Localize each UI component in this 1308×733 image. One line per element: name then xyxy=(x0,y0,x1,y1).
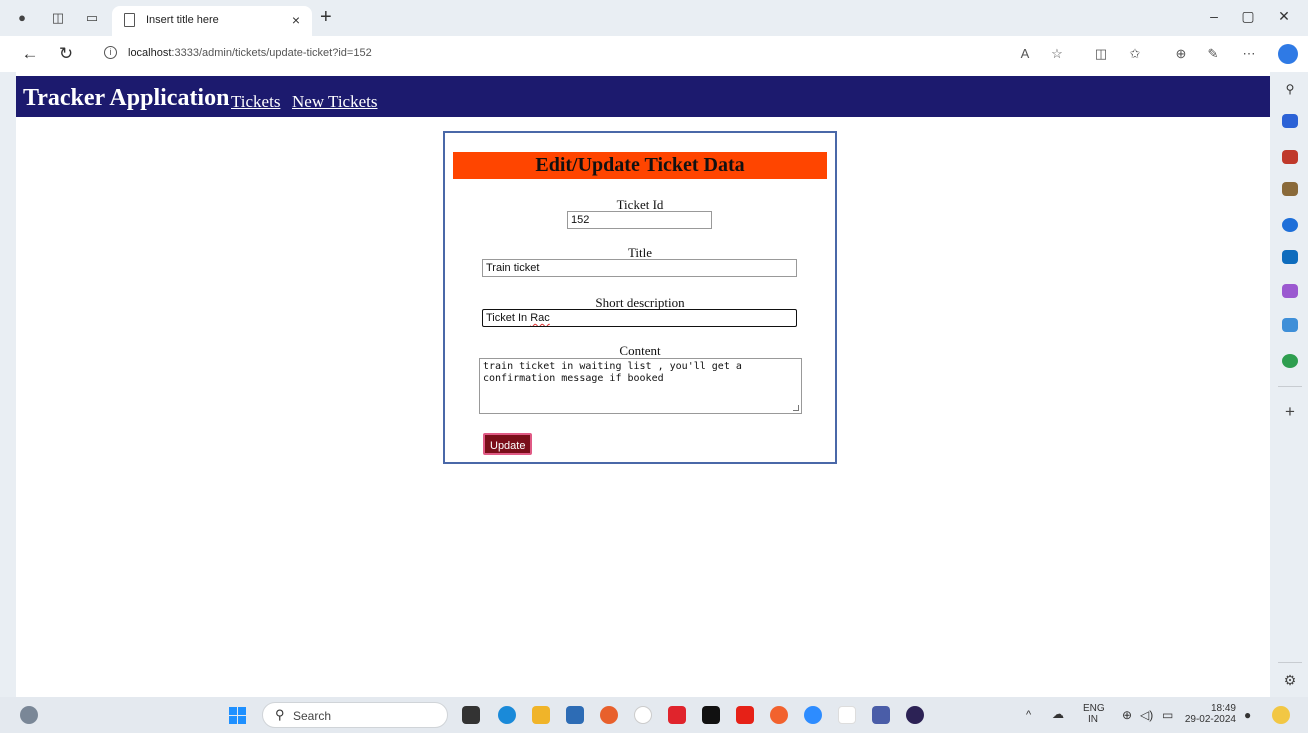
v-app-icon[interactable] xyxy=(668,706,686,724)
outlook-icon[interactable] xyxy=(1282,250,1298,264)
copilot-icon[interactable] xyxy=(1278,44,1298,64)
page-icon xyxy=(124,13,135,27)
hackerrank-icon[interactable] xyxy=(702,706,720,724)
onedrive-icon[interactable]: ☁ xyxy=(1052,707,1064,721)
read-aloud-icon[interactable]: A xyxy=(1016,46,1034,61)
zoom-icon[interactable] xyxy=(804,706,822,724)
page-viewport: Tracker Application Tickets New Tickets … xyxy=(16,72,1270,697)
short-description-input[interactable]: Ticket In Rac xyxy=(482,309,797,327)
search-icon: ⚲ xyxy=(275,707,285,722)
restore-button[interactable]: ▢ xyxy=(1238,8,1258,25)
minimize-button[interactable]: – xyxy=(1204,8,1224,24)
taskbar-search[interactable]: ⚲ Search xyxy=(262,702,448,728)
close-window-button[interactable]: ✕ xyxy=(1274,8,1294,25)
content-textarea[interactable]: train ticket in waiting list , you'll ge… xyxy=(479,358,802,414)
update-button[interactable]: Update xyxy=(483,433,533,455)
extensions-icon[interactable]: ✎ xyxy=(1204,46,1222,62)
office-icon[interactable] xyxy=(1282,218,1298,232)
clock[interactable]: 18:49 29-02-2024 xyxy=(1182,703,1236,725)
firefox-icon[interactable] xyxy=(600,706,618,724)
split-screen-icon[interactable]: ◫ xyxy=(1092,46,1110,62)
file-explorer-icon[interactable] xyxy=(532,706,550,724)
info-icon[interactable]: i xyxy=(104,46,117,59)
edge-icon[interactable] xyxy=(498,706,516,724)
sts-icon[interactable] xyxy=(872,706,890,724)
title-input[interactable]: Train ticket xyxy=(482,259,797,277)
edit-ticket-form: Edit/Update Ticket Data Ticket Id 152 Ti… xyxy=(443,131,837,464)
games-icon[interactable] xyxy=(1282,182,1298,196)
telegram-icon[interactable] xyxy=(1282,318,1298,332)
tray-chevron-icon[interactable]: ^ xyxy=(1026,709,1031,721)
form-heading: Edit/Update Ticket Data xyxy=(453,152,827,179)
address-bar-row: ← ↻ i localhost:3333/admin/tickets/updat… xyxy=(0,36,1308,72)
url-text[interactable]: localhost:3333/admin/tickets/update-tick… xyxy=(128,47,372,59)
more-icon[interactable]: ⋯ xyxy=(1240,46,1258,62)
tab-actions-icon[interactable]: ▭ xyxy=(84,10,100,26)
collections-icon[interactable]: ⊕ xyxy=(1172,46,1190,62)
workspaces-icon[interactable]: ◫ xyxy=(50,10,66,26)
google-icon[interactable] xyxy=(634,706,652,724)
sidebar-divider xyxy=(1278,662,1302,663)
nav-link-new-tickets[interactable]: New Tickets xyxy=(292,92,377,112)
close-tab-icon[interactable]: × xyxy=(292,12,300,28)
profile-icon[interactable]: ● xyxy=(14,10,30,26)
favorites-icon[interactable]: ✩ xyxy=(1126,46,1144,62)
weather-icon[interactable] xyxy=(20,706,38,724)
tools-icon[interactable] xyxy=(1282,150,1298,164)
youtube-icon[interactable] xyxy=(736,706,754,724)
edge-sidebar: ⚲ + ⚙ xyxy=(1272,72,1308,697)
volume-icon[interactable]: ◁) xyxy=(1140,708,1153,722)
copilot-taskbar-icon[interactable] xyxy=(1272,706,1290,724)
brave-icon[interactable] xyxy=(770,706,788,724)
add-icon[interactable]: + xyxy=(1282,402,1298,422)
battery-icon[interactable]: ▭ xyxy=(1162,708,1173,722)
gmail-icon[interactable] xyxy=(838,706,856,724)
sidebar-divider xyxy=(1278,386,1302,387)
language-indicator[interactable]: ENG IN xyxy=(1083,703,1105,725)
app-header: Tracker Application Tickets New Tickets xyxy=(16,76,1270,117)
eclipse-icon[interactable] xyxy=(906,706,924,724)
new-tab-button[interactable]: + xyxy=(320,6,332,29)
address-bar[interactable]: i localhost:3333/admin/tickets/update-ti… xyxy=(98,41,1008,67)
content-label: Content xyxy=(619,343,661,358)
favorite-icon[interactable]: ☆ xyxy=(1048,46,1066,62)
brand-title[interactable]: Tracker Application xyxy=(23,85,229,112)
resize-handle[interactable] xyxy=(793,405,799,411)
settings-icon[interactable]: ⚙ xyxy=(1282,672,1298,689)
network-icon[interactable]: ⊕ xyxy=(1122,708,1132,722)
windows-taskbar: ⚲ Search ^ ☁ ENG IN ⊕ ◁) ▭ 18:49 29-02-202… xyxy=(0,697,1308,733)
mail-icon[interactable] xyxy=(566,706,584,724)
back-icon[interactable]: ← xyxy=(20,44,40,64)
browser-tab[interactable]: Insert title here × xyxy=(112,6,312,36)
tree-icon[interactable] xyxy=(1282,354,1298,368)
search-icon[interactable]: ⚲ xyxy=(1282,82,1298,96)
browser-tab-bar: ● ◫ ▭ Insert title here × + – ▢ ✕ xyxy=(0,0,1308,36)
notification-icon[interactable]: ● xyxy=(1244,708,1251,722)
shopping-icon[interactable] xyxy=(1282,114,1298,128)
refresh-icon[interactable]: ↻ xyxy=(56,44,76,64)
task-view-icon[interactable] xyxy=(462,706,480,724)
start-icon[interactable] xyxy=(229,707,246,724)
nav-link-tickets[interactable]: Tickets xyxy=(231,92,280,112)
designer-icon[interactable] xyxy=(1282,284,1298,298)
ticket-id-input[interactable]: 152 xyxy=(567,211,712,229)
tab-title: Insert title here xyxy=(146,14,219,26)
taskbar-search-placeholder: Search xyxy=(293,709,332,723)
